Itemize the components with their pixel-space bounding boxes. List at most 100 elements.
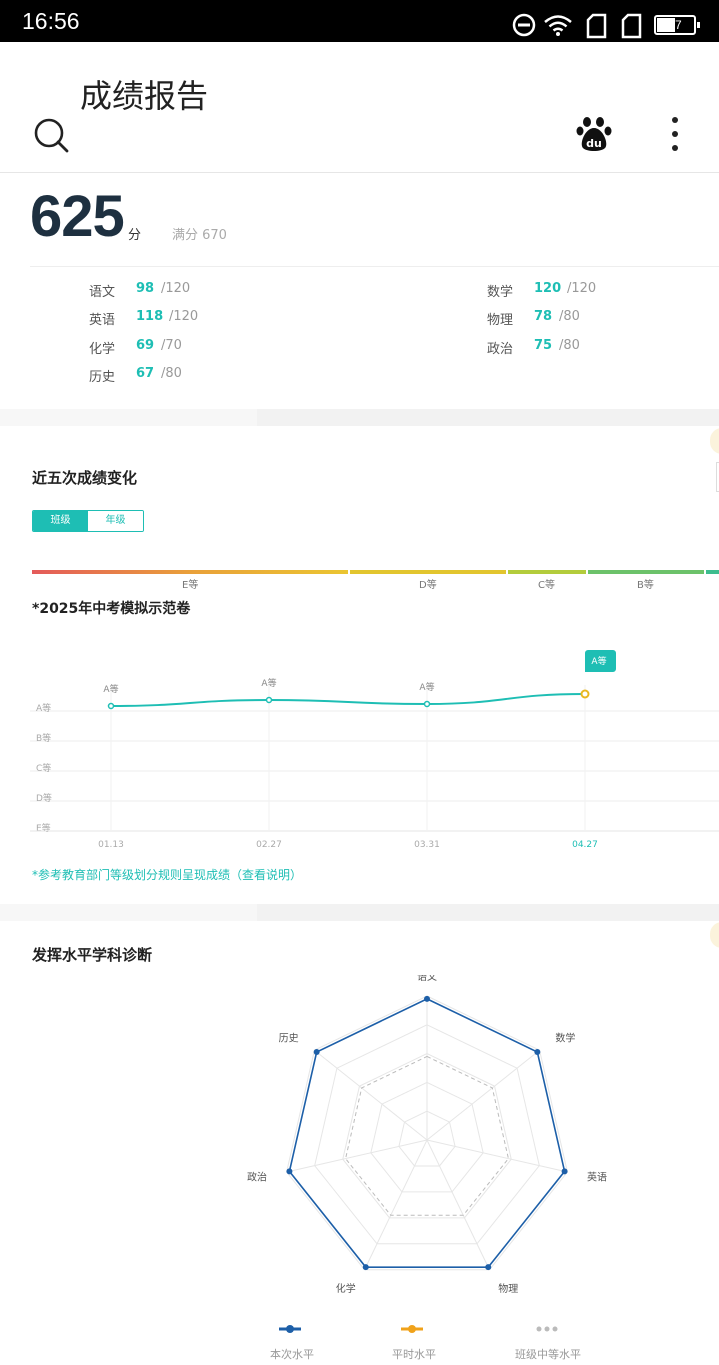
page-title: 成绩报告 <box>80 77 209 115</box>
status-bar: 16:56 47 <box>0 0 719 42</box>
subject-row: 历史 67 /80 <box>89 366 182 385</box>
legend-label: 本次水平 <box>270 1348 314 1361</box>
total-score: 625 <box>30 184 125 249</box>
grade-scale-c <box>508 570 586 574</box>
subject-row: 政治 75 /80 <box>487 338 580 357</box>
trend-line-chart: A等 B等 C等 D等 E等 A等 01.13 A等 02.27 A等 03.31 A等 04.27 <box>30 650 719 850</box>
data-label: A等 <box>261 677 276 689</box>
subject-max: /80 <box>559 309 580 324</box>
divider <box>30 266 719 267</box>
radar-axis-label: 数学 <box>555 1032 575 1045</box>
radar-point <box>424 995 430 1002</box>
radar-spoke <box>426 1139 490 1270</box>
y-tick-label: C等 <box>36 762 51 774</box>
grade-label: B等 <box>637 580 654 591</box>
y-tick-label: B等 <box>36 732 51 744</box>
diagnosis-radar-chart: 语文数学英语物理 化学 政治 历史 <box>247 975 607 1295</box>
grade-scale-e <box>32 570 348 574</box>
radar-point <box>286 1168 293 1175</box>
grade-label: D等 <box>419 580 437 591</box>
search-icon[interactable] <box>33 117 71 155</box>
subject-max: /120 <box>169 309 199 324</box>
radar-axis-label: 历史 <box>279 1033 299 1045</box>
data-point <box>107 702 115 710</box>
subject-row: 语文 98 /120 <box>89 281 190 300</box>
radar-spoke <box>426 1049 540 1141</box>
subject-row: 数学 120 /120 <box>487 281 596 300</box>
data-label: A等 <box>591 655 606 667</box>
side-tab-decoration <box>710 922 719 948</box>
legend-marker-current <box>279 1325 301 1333</box>
radar-spoke <box>314 1049 428 1141</box>
subject-score: 120 <box>534 281 562 296</box>
subject-score: 67 <box>136 366 155 381</box>
radar-axis-label: 语文 <box>417 975 437 983</box>
y-tick-label: E等 <box>36 822 51 834</box>
subject-name: 英语 <box>89 313 116 328</box>
subject-score: 69 <box>136 338 155 353</box>
y-tick-label: D等 <box>36 792 52 804</box>
exam-title: *2025年中考模拟示范卷 <box>32 601 191 617</box>
section-separator <box>0 409 719 426</box>
more-options-icon[interactable] <box>668 115 682 155</box>
data-point <box>580 689 590 699</box>
subject-row: 化学 69 /70 <box>89 338 182 357</box>
x-tick-label: 04.27 <box>572 840 598 850</box>
data-label: A等 <box>419 681 434 693</box>
radar-axis-label: 政治 <box>247 1171 267 1184</box>
radar-spoke <box>364 1139 428 1270</box>
x-tick-label: 02.27 <box>256 840 282 850</box>
full-score-label: 满分 670 <box>172 228 227 243</box>
subject-score: 75 <box>534 338 553 353</box>
subject-name: 物理 <box>487 313 514 328</box>
subject-max: /80 <box>161 366 182 381</box>
data-point <box>265 696 273 704</box>
section-separator <box>0 904 719 921</box>
diagnosis-section-title: 发挥水平学科诊断 <box>32 946 153 964</box>
status-time: 16:56 <box>22 8 80 34</box>
legend-marker-class <box>536 1326 558 1332</box>
subject-max: /70 <box>161 338 182 353</box>
radar-point <box>561 1168 568 1175</box>
x-tick-label: 03.31 <box>414 840 440 850</box>
subject-name: 化学 <box>89 342 116 357</box>
scope-toggle: 班级 年级 <box>32 510 144 532</box>
subject-max: /120 <box>567 281 597 296</box>
subject-name: 历史 <box>89 370 116 385</box>
data-point <box>423 700 431 708</box>
subject-score: 98 <box>136 281 155 296</box>
x-tick-label: 01.13 <box>98 840 124 850</box>
subject-row: 英语 118 /120 <box>89 309 198 328</box>
grade-label: C等 <box>538 580 555 591</box>
dnd-icon <box>512 13 536 37</box>
grade-scale-a <box>706 570 719 574</box>
radar-axis-label: 英语 <box>587 1171 607 1184</box>
svg-text:du: du <box>586 137 602 150</box>
score-unit: 分 <box>128 228 142 243</box>
grade-label: E等 <box>182 580 199 591</box>
subject-score: 78 <box>534 309 553 324</box>
radar-point <box>313 1049 320 1056</box>
wifi-icon <box>544 15 572 36</box>
subject-name: 语文 <box>89 285 116 300</box>
subject-max: /120 <box>161 281 191 296</box>
baidu-paw-icon[interactable]: du <box>575 114 613 154</box>
subject-max: /80 <box>559 338 580 353</box>
legend-label: 班级中等水平 <box>515 1348 581 1361</box>
legend-marker-usual <box>401 1325 423 1333</box>
toggle-class[interactable]: 班级 <box>33 511 88 531</box>
radar-point <box>534 1049 541 1056</box>
toggle-grade[interactable]: 年级 <box>88 511 143 531</box>
subject-row: 物理 78 /80 <box>487 309 580 328</box>
subject-name: 数学 <box>487 285 514 300</box>
radar-spoke <box>286 1139 428 1173</box>
battery-icon: 47 <box>654 15 700 35</box>
grading-note-link[interactable]: *参考教育部门等级划分规则呈现成绩（查看说明） <box>32 866 302 883</box>
radar-axis-label: 化学 <box>336 1282 356 1295</box>
grade-scale-b <box>588 570 704 574</box>
radar-point <box>485 1264 492 1271</box>
subject-score: 118 <box>136 309 164 324</box>
sim2-icon <box>621 13 642 39</box>
y-tick-label: A等 <box>36 702 51 714</box>
subject-name: 政治 <box>487 342 514 357</box>
